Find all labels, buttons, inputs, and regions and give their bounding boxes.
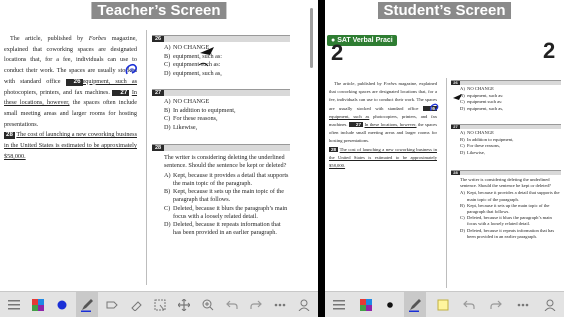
answer-option-27a[interactable]: A) NO CHANGE	[460, 130, 561, 137]
teacher-screen-label: Teacher’s Screen	[91, 2, 227, 19]
zoom-in-icon[interactable]	[198, 293, 218, 317]
answer-option-27a[interactable]: A) NO CHANGE	[164, 98, 290, 107]
underlined-26[interactable]: equipment, such as	[329, 114, 369, 119]
question-28: 28 The writer is considering deleting th…	[451, 170, 561, 240]
eraser-icon[interactable]	[126, 293, 146, 317]
more-icon[interactable]	[270, 293, 290, 317]
ink-dot-icon[interactable]	[383, 293, 397, 317]
answer-option-27b[interactable]: B) In addition to equipment,	[164, 107, 290, 116]
answer-option-26c[interactable]: C) equipment such as:	[164, 61, 290, 70]
page-number-right: 2	[543, 38, 556, 63]
question-27: 27 A) NO CHANGE B) In addition to equipmen…	[152, 89, 290, 132]
underlined-28[interactable]: The cost of launching a new coworking bu…	[329, 147, 437, 168]
question-marker-27[interactable]: 27	[348, 122, 364, 128]
underlined-27[interactable]: In these locations, however,	[364, 122, 416, 127]
highlighter-icon[interactable]	[433, 293, 453, 317]
column-divider	[446, 78, 447, 288]
teacher-screen: Teacher’s Screen The article, published …	[0, 0, 318, 317]
ink-dot-icon[interactable]	[52, 293, 72, 317]
underlined-26[interactable]: equipment, such as	[83, 78, 137, 85]
question-header: 28	[152, 144, 290, 151]
answer-option-26d[interactable]: D) equipment, such as,	[164, 70, 290, 79]
question-header: 27	[152, 89, 290, 96]
answer-option-28b[interactable]: B) Kept, because it sets up the main topi…	[460, 203, 561, 215]
answer-option-28a[interactable]: A) Kept, because it provides a detail tha…	[460, 190, 561, 202]
answer-option-27d[interactable]: D) Likewise,	[460, 150, 561, 157]
user-icon[interactable]	[540, 293, 560, 317]
answer-option-28c[interactable]: C) Deleted, because it blurs the paragrap…	[164, 205, 290, 221]
answer-option-26c[interactable]: C) equipment such as:	[460, 99, 561, 106]
answer-option-28d[interactable]: D) Deleted, because it repeats informatio…	[164, 221, 290, 237]
question-number: 26	[152, 36, 164, 42]
answer-option-27c[interactable]: C) For these reasons,	[164, 115, 290, 124]
answer-option-27d[interactable]: D) Likewise,	[164, 124, 290, 133]
answer-option-26a[interactable]: A) NO CHANGE	[164, 44, 290, 53]
question-28: 28 The writer is considering deleting th…	[152, 144, 290, 237]
ink-annotation	[125, 63, 137, 75]
answer-option-28a[interactable]: A) Kept, because it provides a detail tha…	[164, 172, 290, 188]
question-stem: The writer is considering deleting the u…	[460, 177, 551, 189]
question-header: 26	[451, 80, 561, 85]
redo-icon[interactable]	[486, 293, 506, 317]
column-divider	[146, 30, 147, 285]
passage: The article, published by Forbes magazin…	[4, 35, 137, 160]
teacher-toolbar	[0, 291, 318, 317]
question-number: 26	[451, 81, 460, 85]
answer-option-26a[interactable]: A) NO CHANGE	[460, 86, 561, 93]
pen-icon[interactable]	[76, 291, 98, 317]
question-stem: The writer is considering deleting the u…	[164, 154, 287, 170]
answer-option-28c[interactable]: C) Deleted, because it blurs the paragrap…	[460, 215, 561, 227]
student-toolbar	[325, 291, 564, 317]
move-icon[interactable]	[174, 293, 194, 317]
menu-icon[interactable]	[4, 293, 24, 317]
answer-option-27c[interactable]: C) For these reasons,	[460, 143, 561, 150]
question-header: 26	[152, 35, 290, 42]
question-number: 27	[451, 125, 460, 129]
color-swatch-icon[interactable]	[356, 293, 376, 317]
question-marker-26[interactable]: 26	[65, 78, 83, 86]
undo-icon[interactable]	[459, 293, 479, 317]
question-26: 26 A) NO CHANGE B) equipment, such as: C) e…	[451, 80, 561, 112]
redo-icon[interactable]	[246, 293, 266, 317]
pen-icon[interactable]	[403, 291, 426, 317]
color-swatch-icon[interactable]	[28, 293, 48, 317]
answer-option-27b[interactable]: B) In addition to equipment,	[460, 137, 561, 144]
student-screen: Student’s Screen ● SAT Verbal Praci 2 2 …	[325, 0, 564, 317]
ink-annotation	[430, 103, 439, 112]
question-marker-27[interactable]: 27	[112, 89, 130, 97]
menu-icon[interactable]	[329, 293, 349, 317]
user-icon[interactable]	[294, 293, 314, 317]
pen-scribble	[453, 94, 462, 100]
question-number: 28	[451, 171, 460, 175]
more-icon[interactable]	[513, 293, 533, 317]
question-header: 28	[451, 170, 561, 175]
question-header: 27	[451, 124, 561, 129]
question-number: 27	[152, 90, 164, 96]
answer-option-28d[interactable]: D) Deleted, because it repeats informatio…	[460, 228, 561, 240]
underlined-28[interactable]: The cost of launching a new coworking bu…	[4, 131, 137, 159]
page-number-left: 2	[331, 40, 344, 65]
student-screen-label: Student’s Screen	[377, 2, 512, 19]
question-27: 27 A) NO CHANGE B) In addition to equipmen…	[451, 124, 561, 156]
pen-scribble	[198, 47, 214, 67]
passage: The article, published by Forbes magazin…	[329, 81, 437, 169]
question-marker-28[interactable]: 28	[4, 132, 15, 140]
question-26: 26 A) NO CHANGE B) equipment, such as: C) e…	[152, 35, 290, 78]
answer-option-26d[interactable]: D) equipment, such as,	[460, 106, 561, 113]
lasso-icon[interactable]	[150, 293, 170, 317]
answer-option-28b[interactable]: B) Kept, because it sets up the main topi…	[164, 188, 290, 204]
question-marker-28[interactable]: 28	[329, 146, 339, 152]
question-number: 28	[152, 145, 164, 151]
answer-option-26b[interactable]: B) equipment, such as:	[460, 93, 561, 100]
scrollbar[interactable]	[310, 8, 313, 68]
undo-icon[interactable]	[222, 293, 242, 317]
eraser-shape-icon[interactable]	[102, 293, 122, 317]
answer-option-26b[interactable]: B) equipment, such as:	[164, 53, 290, 62]
